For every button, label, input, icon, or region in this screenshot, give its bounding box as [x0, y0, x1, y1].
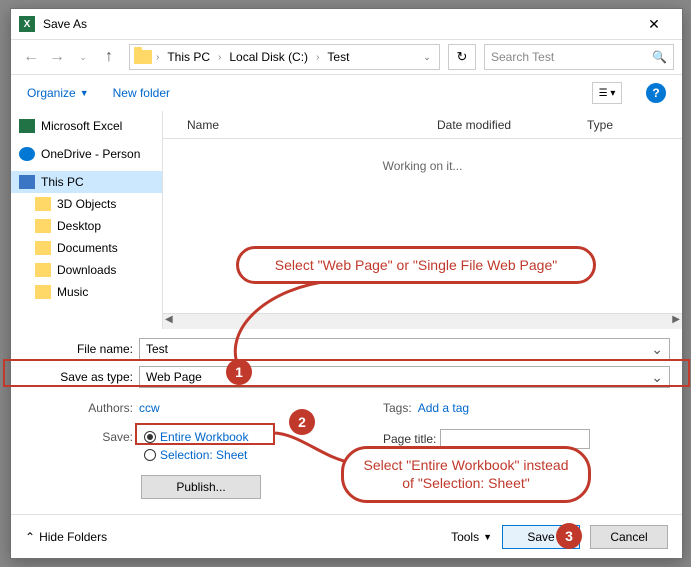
- close-button[interactable]: ✕: [634, 9, 674, 39]
- tools-dropdown[interactable]: Tools ▼: [451, 530, 492, 544]
- annotation-callout-1: Select "Web Page" or "Single File Web Pa…: [236, 246, 596, 284]
- authors-value[interactable]: ccw: [139, 401, 160, 415]
- annotation-callout-2: Select "Entire Workbook" instead of "Sel…: [341, 446, 591, 503]
- radio-icon: [144, 449, 156, 461]
- tags-value[interactable]: Add a tag: [418, 401, 469, 415]
- folder-icon: [35, 219, 51, 233]
- filename-input[interactable]: Test: [139, 338, 670, 360]
- excel-icon: [19, 119, 35, 133]
- folder-icon: [35, 263, 51, 277]
- tree-item-3dobjects[interactable]: 3D Objects: [11, 193, 162, 215]
- save-as-dialog: X Save As ✕ ← → ⌄ ↑ › This PC › Local Di…: [10, 8, 683, 559]
- chevron-right-icon: ›: [316, 52, 319, 63]
- publish-button[interactable]: Publish...: [141, 475, 261, 499]
- chevron-up-icon: ⌃: [25, 530, 35, 544]
- annotation-badge-1: 1: [226, 359, 252, 385]
- filename-label: File name:: [23, 342, 133, 356]
- search-icon: 🔍: [652, 50, 667, 64]
- view-mode-button[interactable]: ☰ ▾: [592, 82, 622, 104]
- crumb-folder[interactable]: Test: [323, 50, 353, 64]
- folder-icon: [35, 241, 51, 255]
- excel-app-icon: X: [19, 16, 35, 32]
- nav-tree: Microsoft Excel OneDrive - Person This P…: [11, 111, 163, 329]
- back-button[interactable]: ←: [19, 45, 43, 69]
- organize-button[interactable]: Organize ▼: [27, 86, 89, 100]
- new-folder-button[interactable]: New folder: [113, 86, 170, 100]
- up-button[interactable]: ↑: [97, 45, 121, 69]
- chevron-right-icon: ›: [156, 52, 159, 63]
- col-type[interactable]: Type: [563, 118, 613, 132]
- address-dropdown[interactable]: ⌄: [419, 52, 435, 63]
- window-title: Save As: [43, 17, 634, 31]
- help-button[interactable]: ?: [646, 83, 666, 103]
- horizontal-scrollbar[interactable]: [163, 313, 682, 329]
- tree-item-music[interactable]: Music: [11, 281, 162, 303]
- address-bar[interactable]: › This PC › Local Disk (C:) › Test ⌄: [129, 44, 440, 70]
- annotation-badge-3: 3: [556, 523, 582, 549]
- titlebar: X Save As ✕: [11, 9, 682, 39]
- savetype-dropdown[interactable]: Web Page: [139, 366, 670, 388]
- file-status: Working on it...: [163, 139, 682, 173]
- tree-item-onedrive[interactable]: OneDrive - Person: [11, 143, 162, 165]
- search-placeholder: Search Test: [491, 50, 554, 64]
- authors-label: Authors:: [23, 401, 133, 415]
- tree-item-downloads[interactable]: Downloads: [11, 259, 162, 281]
- crumb-drive[interactable]: Local Disk (C:): [225, 50, 312, 64]
- tree-item-desktop[interactable]: Desktop: [11, 215, 162, 237]
- folder-icon: [35, 285, 51, 299]
- col-name[interactable]: Name: [163, 118, 413, 132]
- radio-dot-icon: [144, 431, 156, 443]
- radio-selection-sheet[interactable]: Selection: Sheet: [144, 448, 248, 462]
- body-area: Microsoft Excel OneDrive - Person This P…: [11, 111, 682, 329]
- tree-item-documents[interactable]: Documents: [11, 237, 162, 259]
- navbar: ← → ⌄ ↑ › This PC › Local Disk (C:) › Te…: [11, 39, 682, 75]
- cloud-icon: [19, 147, 35, 161]
- folder-icon: [134, 50, 152, 64]
- annotation-badge-2: 2: [289, 409, 315, 435]
- tree-item-excel[interactable]: Microsoft Excel: [11, 115, 162, 137]
- savetype-label: Save as type:: [23, 370, 133, 384]
- file-list: Name Date modified Type Working on it...: [163, 111, 682, 329]
- pagetitle-label: Page title:: [383, 432, 436, 446]
- forward-button[interactable]: →: [45, 45, 69, 69]
- folder-icon: [35, 197, 51, 211]
- tags-label: Tags:: [383, 401, 412, 415]
- hide-folders-button[interactable]: ⌃Hide Folders: [25, 530, 107, 544]
- pc-icon: [19, 175, 35, 189]
- refresh-button[interactable]: ↻: [448, 44, 476, 70]
- cancel-button[interactable]: Cancel: [590, 525, 668, 549]
- recent-dropdown[interactable]: ⌄: [71, 45, 95, 69]
- col-date[interactable]: Date modified: [413, 118, 563, 132]
- crumb-this-pc[interactable]: This PC: [163, 50, 214, 64]
- radio-entire-workbook[interactable]: Entire Workbook: [144, 430, 248, 444]
- search-input[interactable]: Search Test 🔍: [484, 44, 674, 70]
- save-options-label: Save:: [23, 427, 133, 444]
- chevron-right-icon: ›: [218, 52, 221, 63]
- toolbar: Organize ▼ New folder ☰ ▾ ?: [11, 75, 682, 111]
- tree-item-thispc[interactable]: This PC: [11, 171, 162, 193]
